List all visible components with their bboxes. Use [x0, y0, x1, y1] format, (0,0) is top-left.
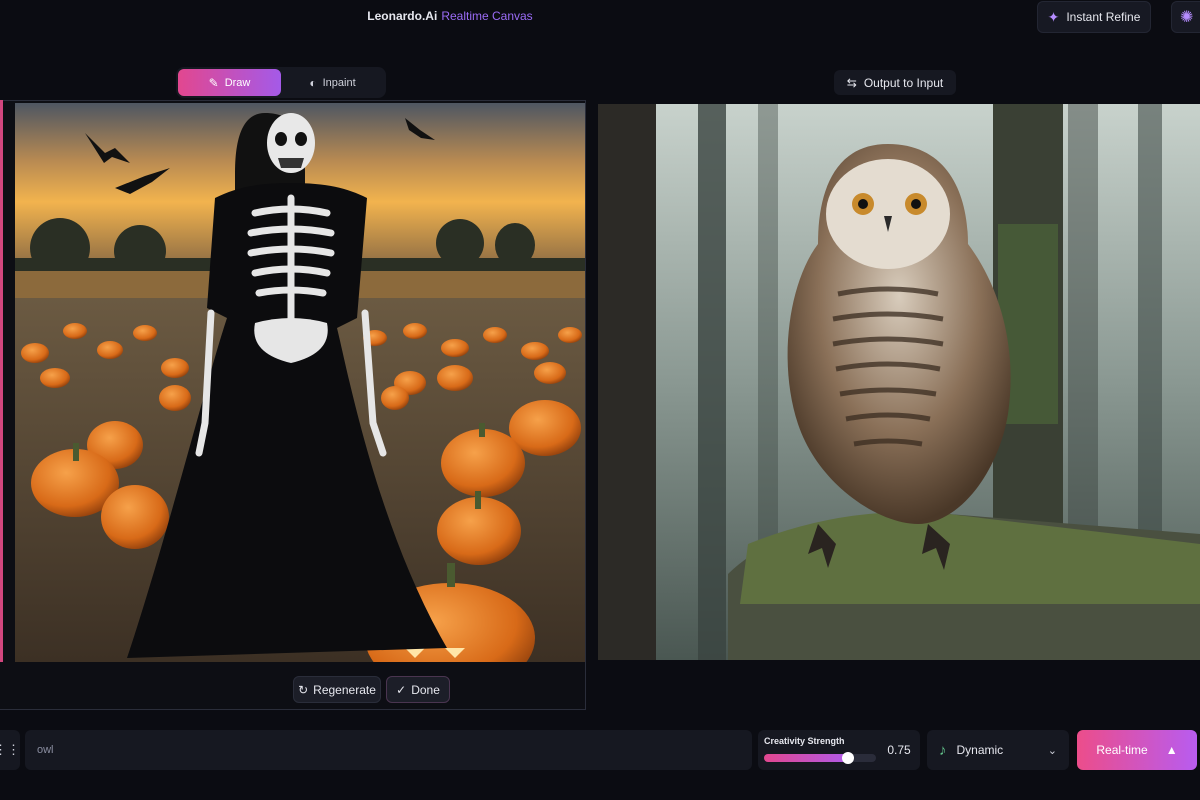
realtime-label: Real-time [1096, 743, 1148, 757]
app-title: Leonardo.Ai Realtime Canvas [0, 9, 900, 23]
refresh-icon: ↻ [298, 682, 309, 697]
leonardo-logo-icon: ✺ [1180, 9, 1194, 26]
brand-name: Leonardo.Ai [367, 9, 438, 23]
swap-arrows-icon: ⇆ [846, 75, 857, 90]
done-button[interactable]: ✓ Done [386, 676, 450, 703]
chevron-down-icon: ⌄ [1047, 744, 1057, 757]
input-drawing-image [15, 103, 585, 662]
settings-sliders-button[interactable]: ⋮⋮ [0, 730, 20, 770]
sparkle-icon: ✦ [1047, 8, 1060, 25]
mode-tabs: ✎ Draw ◐ Inpaint [176, 67, 386, 98]
app-subtitle: Realtime Canvas [441, 9, 533, 23]
regenerate-label: Regenerate [313, 682, 376, 697]
prompt-input[interactable] [25, 730, 752, 770]
tab-draw-label: Draw [224, 76, 251, 89]
realtime-button[interactable]: Real-time ▲ [1077, 730, 1197, 770]
tab-inpaint-label: Inpaint [322, 76, 356, 89]
sliders-icon: ⋮⋮ [0, 742, 20, 757]
style-selected-label: Dynamic [956, 743, 1004, 757]
instant-refine-button[interactable]: ✦ Instant Refine [1037, 1, 1151, 33]
creativity-slider-fill [764, 754, 848, 762]
brush-icon: ✎ [208, 75, 219, 90]
output-to-input-button[interactable]: ⇆ Output to Input [834, 70, 956, 95]
done-label: Done [411, 682, 440, 697]
chevron-up-icon: ▲ [1165, 743, 1178, 757]
style-dropdown[interactable]: ♪ Dynamic ⌄ [927, 730, 1069, 770]
tab-inpaint[interactable]: ◐ Inpaint [281, 69, 384, 96]
output-owl-image [598, 104, 1200, 660]
check-icon: ✓ [396, 682, 407, 697]
guitar-icon: ♪ [939, 741, 947, 759]
output-canvas[interactable] [598, 104, 1200, 660]
creativity-strength-control: Creativity Strength 0.75 [758, 730, 920, 770]
input-canvas[interactable] [15, 103, 585, 662]
profile-button[interactable]: ✺ [1171, 1, 1200, 33]
regenerate-button[interactable]: ↻ Regenerate [293, 676, 381, 703]
palette-icon: ◐ [309, 75, 317, 90]
output-to-input-label: Output to Input [863, 75, 944, 90]
canvas-edge-handle[interactable] [0, 100, 3, 662]
instant-refine-label: Instant Refine [1066, 10, 1141, 24]
creativity-slider-thumb[interactable] [842, 752, 854, 764]
creativity-strength-value[interactable]: 0.75 [880, 730, 918, 770]
creativity-strength-label: Creativity Strength [764, 736, 845, 746]
creativity-strength-slider[interactable] [764, 752, 876, 764]
tab-draw[interactable]: ✎ Draw [178, 69, 281, 96]
